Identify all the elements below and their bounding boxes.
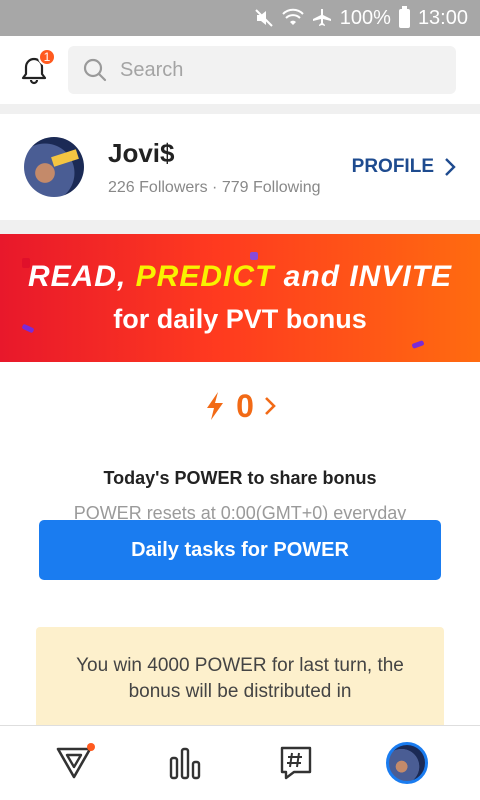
- chevron-right-icon: [445, 158, 456, 176]
- search-icon: [83, 58, 107, 82]
- profile-card[interactable]: Jovi$ 226 Followers · 779 Following PROF…: [0, 114, 480, 220]
- profile-stats: 226 Followers · 779 Following: [108, 178, 321, 196]
- banner-headline: READ, PREDICT and INVITE: [0, 260, 480, 294]
- home-logo-icon: [56, 747, 91, 779]
- status-bar: 100% 13:00: [0, 0, 480, 36]
- daily-tasks-button[interactable]: Daily tasks for POWER: [39, 520, 441, 580]
- hashtag-chat-icon: [280, 746, 311, 780]
- power-section: 0 Today's POWER to share bonus POWER res…: [0, 362, 480, 747]
- nav-notification-dot: [86, 743, 95, 751]
- banner-headline-part: READ,: [27, 260, 136, 293]
- airplane-mode-icon: [312, 8, 332, 28]
- avatar: [24, 137, 84, 197]
- clock: 13:00: [417, 6, 468, 29]
- profile-link[interactable]: PROFILE: [352, 156, 456, 178]
- banner-headline-highlight: PREDICT: [135, 260, 275, 293]
- profile-name: Jovi$: [108, 137, 175, 168]
- notifications-button[interactable]: 1: [16, 48, 56, 88]
- confetti-decoration: [250, 252, 258, 260]
- banner-subline: for daily PVT bonus: [113, 304, 367, 334]
- banner-headline-part: and INVITE: [274, 260, 453, 293]
- nav-profile[interactable]: [372, 733, 442, 793]
- promo-banner[interactable]: READ, PREDICT and INVITE for daily PVT b…: [0, 234, 480, 362]
- confetti-decoration: [411, 340, 425, 349]
- top-header: 1: [0, 36, 480, 104]
- app-screen: 100% 13:00 1 Jovi$ 226 Followers · 779 F…: [0, 0, 480, 800]
- search-bar[interactable]: [68, 46, 456, 94]
- lightning-icon: [207, 392, 224, 420]
- bottom-nav: [0, 725, 480, 800]
- search-input[interactable]: [120, 58, 420, 82]
- nav-home[interactable]: [39, 733, 109, 793]
- avatar-profile-icon: [385, 742, 428, 784]
- profile-link-label: PROFILE: [351, 156, 434, 177]
- nav-topics[interactable]: [261, 733, 331, 793]
- power-title: Today's POWER to share bonus: [103, 468, 377, 488]
- nav-charts[interactable]: [150, 733, 220, 793]
- chevron-right-icon: [264, 397, 276, 415]
- notification-badge: 1: [38, 48, 56, 66]
- confetti-decoration: [22, 258, 30, 268]
- battery-icon: [398, 5, 410, 28]
- battery-percent: 100%: [339, 6, 391, 29]
- power-counter[interactable]: 0: [0, 388, 480, 424]
- wifi-icon: [282, 8, 304, 28]
- chart-icon: [169, 747, 200, 780]
- profile-info: Jovi$ 226 Followers · 779 Following: [108, 138, 352, 197]
- power-value: 0: [236, 387, 254, 424]
- mute-icon: [254, 8, 274, 28]
